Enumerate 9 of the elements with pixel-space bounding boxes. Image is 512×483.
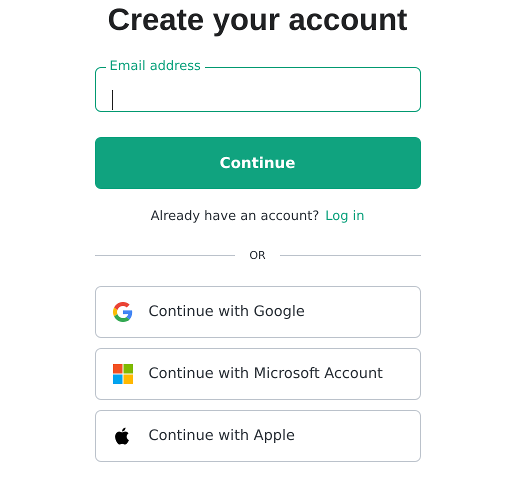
page-title: Create your account <box>106 1 408 38</box>
social-login-button[interactable]: Continue with Microsoft Account <box>94 348 420 400</box>
windows-squares-icon <box>112 364 132 384</box>
login-prompt: Already have an account? <box>150 209 320 225</box>
google-g-icon <box>112 302 132 322</box>
divider-label: OR <box>249 249 266 262</box>
field-label: Email address <box>108 60 202 74</box>
social-login-button[interactable]: Continue with Apple <box>94 410 420 462</box>
social-login-button[interactable]: Continue with Google <box>94 286 420 338</box>
